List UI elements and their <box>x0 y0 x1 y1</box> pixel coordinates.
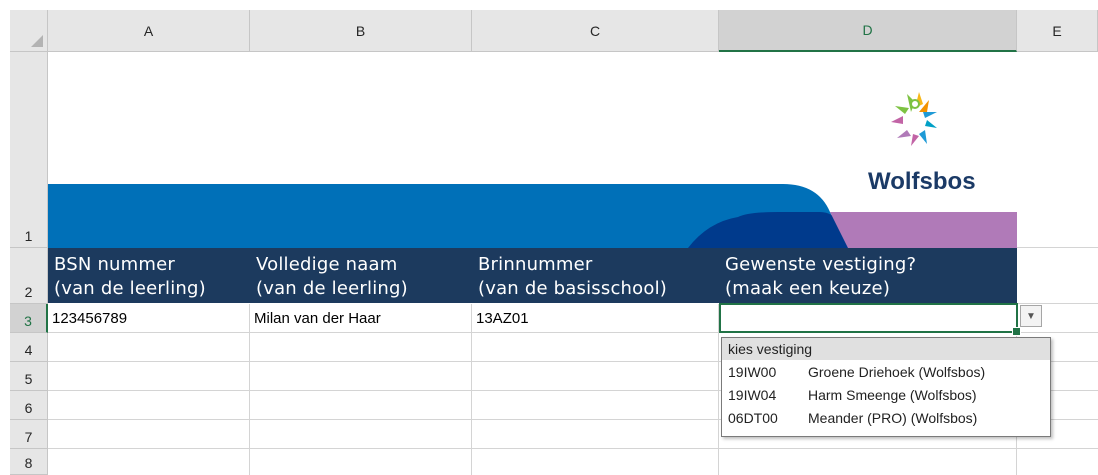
header-cell-vestiging[interactable]: Gewenste vestiging? (maak een keuze) <box>719 248 1017 303</box>
header-naam-line2: (van de leerling) <box>256 278 408 299</box>
row-header-7[interactable]: 7 <box>10 420 48 449</box>
row-header-3[interactable]: 3 <box>10 304 48 333</box>
header-bsn-line1: BSN nummer <box>54 254 176 275</box>
dropdown-option[interactable]: 19IW04 Harm Smeenge (Wolfsbos) <box>722 383 1050 406</box>
option-code: 19IW04 <box>728 386 777 403</box>
column-header-e[interactable]: E <box>1017 10 1098 52</box>
option-label: Harm Smeenge (Wolfsbos) <box>808 386 977 403</box>
option-label: Groene Driehoek (Wolfsbos) <box>808 363 986 380</box>
row-header-4[interactable]: 4 <box>10 333 48 362</box>
wolfsbos-logo-text: Wolfsbos <box>868 168 976 195</box>
column-header-a[interactable]: A <box>48 10 250 52</box>
cell-c3-brin[interactable]: 13AZ01 <box>472 304 719 332</box>
option-code: 19IW00 <box>728 363 777 380</box>
cell-d3-vestiging-active[interactable] <box>719 303 1021 336</box>
option-code: 06DT00 <box>728 409 778 426</box>
row-header-5[interactable]: 5 <box>10 362 48 391</box>
header-brin-line2: (van de basisschool) <box>478 278 668 299</box>
header-brin-line1: Brinnummer <box>478 254 593 275</box>
header-naam-line1: Volledige naam <box>256 254 398 275</box>
header-vestiging-line2: (maak een keuze) <box>725 278 891 299</box>
select-all-corner[interactable] <box>10 10 48 52</box>
header-cell-bsn[interactable]: BSN nummer (van de leerling) <box>48 248 250 303</box>
gridline <box>1017 303 1098 304</box>
gridline <box>1017 247 1098 248</box>
header-cell-brinnummer[interactable]: Brinnummer (van de basisschool) <box>472 248 719 303</box>
column-header-b[interactable]: B <box>250 10 472 52</box>
validation-dropdown-list: kies vestiging 19IW00 Groene Driehoek (W… <box>721 337 1051 437</box>
row-header-1[interactable]: 1 <box>10 52 48 248</box>
option-label: Meander (PRO) (Wolfsbos) <box>808 409 978 426</box>
column-header-d[interactable]: D <box>719 10 1017 52</box>
banner-purple-band <box>830 212 1017 248</box>
header-bsn-line2: (van de leerling) <box>54 278 206 299</box>
dropdown-header[interactable]: kies vestiging <box>722 338 1050 360</box>
spreadsheet-grid: A B C D E 1 2 3 4 5 6 7 8 Wolfsbos BSN n… <box>0 0 1098 475</box>
header-banner <box>48 52 1017 248</box>
row-header-8[interactable]: 8 <box>10 449 48 475</box>
select-all-triangle-icon <box>31 35 43 47</box>
chevron-down-icon: ▼ <box>1026 310 1036 322</box>
row-header-2[interactable]: 2 <box>10 248 48 304</box>
cell-a3-bsn[interactable]: 123456789 <box>48 304 250 332</box>
gridline <box>48 448 1098 449</box>
fill-handle[interactable] <box>1012 327 1021 336</box>
row-header-6[interactable]: 6 <box>10 391 48 420</box>
dropdown-option[interactable]: 19IW00 Groene Driehoek (Wolfsbos) <box>722 360 1050 383</box>
header-vestiging-line1: Gewenste vestiging? <box>725 254 917 275</box>
header-cell-naam[interactable]: Volledige naam (van de leerling) <box>250 248 472 303</box>
cell-b3-naam[interactable]: Milan van der Haar <box>250 304 472 332</box>
dropdown-option[interactable]: 06DT00 Meander (PRO) (Wolfsbos) <box>722 406 1050 429</box>
dropdown-arrow-button[interactable]: ▼ <box>1020 305 1042 327</box>
column-header-c[interactable]: C <box>472 10 719 52</box>
